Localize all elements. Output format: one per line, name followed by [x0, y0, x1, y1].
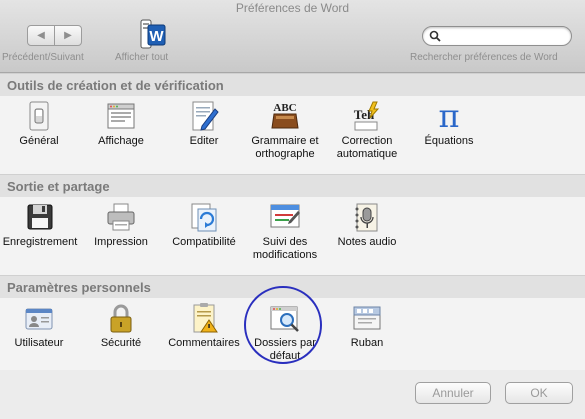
pane-save[interactable]: Enregistrement	[0, 201, 80, 271]
pane-comments[interactable]: Commentaires	[163, 302, 245, 372]
light-switch-icon	[29, 101, 49, 131]
window-view-icon	[107, 103, 135, 129]
track-changes-icon	[270, 204, 300, 228]
pane-grammar-spelling[interactable]: ABC Grammaire et orthographe	[246, 100, 324, 170]
section-header: Outils de création et de vérification	[0, 73, 585, 97]
pane-label: Notes audio	[337, 236, 397, 248]
pane-view[interactable]: Affichage	[83, 100, 159, 170]
abc-book-icon: ABC	[271, 102, 299, 129]
ok-button[interactable]: OK	[505, 382, 573, 404]
pane-label: Compatibilité	[172, 236, 236, 248]
forward-button[interactable]: ▶	[54, 26, 81, 45]
pane-autocorrect[interactable]: Teh Correction automatique	[328, 100, 406, 170]
section-title: Sortie et partage	[7, 179, 110, 194]
pane-security[interactable]: Sécurité	[83, 302, 159, 372]
floppy-disk-icon	[27, 204, 53, 230]
pane-label: Enregistrement	[2, 236, 78, 248]
id-card-icon	[25, 308, 53, 330]
svg-text:W: W	[149, 28, 164, 45]
show-all-icon[interactable]: W	[140, 19, 166, 49]
show-all-label: Afficher tout	[115, 52, 169, 63]
back-button[interactable]: ◀	[28, 26, 54, 45]
pane-label: Suivi des modifications	[252, 236, 318, 261]
section-title: Outils de création et de vérification	[7, 78, 224, 93]
pane-label: Général	[19, 135, 59, 147]
pane-label: Editer	[189, 135, 219, 147]
section-header: Sortie et partage	[0, 174, 585, 198]
pane-label: Correction automatique	[336, 135, 398, 160]
ribbon-icon	[353, 306, 381, 330]
section-body: Enregistrement Impression Compatibilité	[0, 197, 585, 275]
pane-label: Utilisateur	[14, 337, 64, 349]
compatibility-icon	[191, 203, 217, 232]
section-title: Paramètres personnels	[7, 280, 151, 295]
section-authoring-tools: Outils de création et de vérification Gé…	[0, 73, 585, 174]
svg-text:π: π	[438, 100, 459, 132]
document-pencil-icon	[192, 101, 219, 131]
autocorrect-icon: Teh	[354, 101, 380, 131]
chevron-left-icon: ◀	[37, 30, 45, 41]
pane-general[interactable]: Général	[1, 100, 77, 170]
pane-edit[interactable]: Editer	[166, 100, 242, 170]
pane-user[interactable]: Utilisateur	[1, 302, 77, 372]
microphone-notebook-icon	[355, 203, 378, 232]
pi-icon: π	[438, 100, 459, 132]
nav-label: Précédent/Suivant	[2, 52, 84, 63]
cancel-button[interactable]: Annuler	[415, 382, 491, 404]
search-label: Rechercher préférences de Word	[410, 52, 558, 63]
window-title: Préférences de Word	[235, 1, 350, 15]
printer-icon	[107, 203, 135, 231]
pane-ribbon[interactable]: Ruban	[328, 302, 406, 372]
pane-audio-notes[interactable]: Notes audio	[328, 201, 406, 271]
pane-label: Commentaires	[168, 337, 240, 349]
pane-equations[interactable]: π Équations	[411, 100, 487, 170]
search-icon	[429, 30, 441, 42]
section-output-sharing: Sortie et partage Enregistrement Impress…	[0, 174, 585, 275]
back-forward-control[interactable]: ◀ ▶	[27, 25, 82, 46]
pane-track-changes[interactable]: Suivi des modifications	[246, 201, 324, 271]
highlight-circle	[244, 286, 322, 364]
svg-text:ABC: ABC	[273, 102, 296, 114]
window-toolbar: Préférences de Word ◀ ▶ Précédent/Suivan…	[0, 0, 585, 73]
pane-label: Équations	[424, 135, 474, 147]
chevron-right-icon: ▶	[64, 30, 72, 41]
padlock-icon	[110, 304, 132, 333]
search-input[interactable]	[422, 26, 572, 46]
pane-label: Affichage	[98, 135, 144, 147]
pane-label: Grammaire et orthographe	[251, 135, 319, 160]
comment-warning-icon	[193, 303, 218, 333]
section-body: Général Affichage Editer ABC Grammaire e…	[0, 96, 585, 174]
pane-print[interactable]: Impression	[83, 201, 159, 271]
pane-label: Ruban	[350, 337, 384, 349]
pane-label: Sécurité	[100, 337, 142, 349]
pane-compatibility[interactable]: Compatibilité	[164, 201, 244, 271]
pane-label: Impression	[94, 236, 148, 248]
